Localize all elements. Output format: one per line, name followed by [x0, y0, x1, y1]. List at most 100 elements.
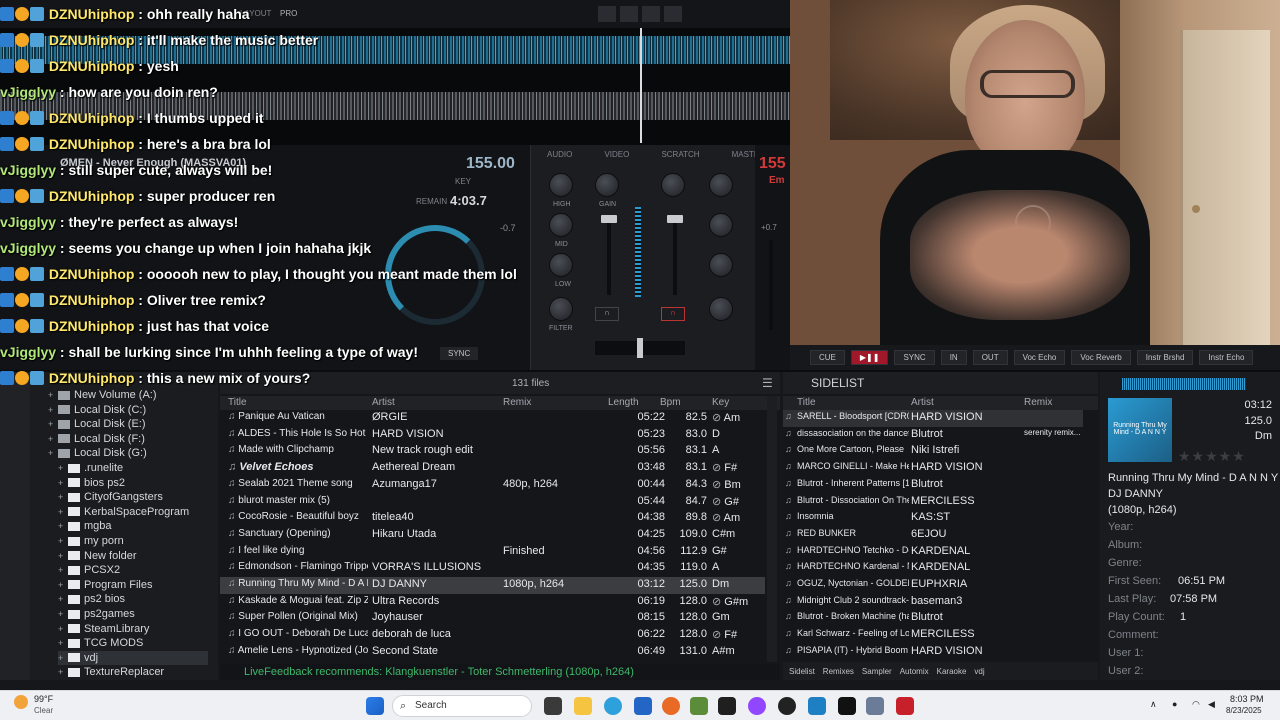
chat-username[interactable]: vJigglyy [0, 240, 56, 256]
side-col-artist[interactable]: Artist [911, 397, 934, 408]
folder-item[interactable]: + New Volume (A:) [48, 388, 208, 402]
livefeedback-recommend[interactable]: LiveFeedback recommends: Klangkuenstler … [220, 664, 780, 680]
eq-high-knob-right[interactable] [709, 173, 733, 197]
folder-item[interactable]: + Local Disk (G:) [48, 446, 208, 460]
deck-left-sync-button[interactable]: SYNC [440, 347, 479, 360]
folder-item[interactable]: + SteamLibrary [58, 622, 208, 636]
expand-icon[interactable]: + [48, 432, 58, 446]
folder-item[interactable]: + KerbalSpaceProgram [58, 505, 208, 519]
fx-instr-brshd[interactable]: Instr Brshd [1136, 350, 1194, 365]
expand-icon[interactable]: + [58, 490, 68, 504]
sidelist-row[interactable]: ♫ HARDTECHNO Tetchko - De... KARDENAL [783, 544, 1083, 561]
folder-item[interactable]: + TCG MODS [58, 636, 208, 650]
table-row[interactable]: ♫ Velvet Echoes Aethereal Dream 03:48 83.1 ⊘… [220, 460, 765, 477]
cue-button[interactable]: CUE [810, 350, 845, 365]
tab-scratch[interactable]: SCRATCH [661, 150, 699, 159]
folder-item[interactable]: + Program Files [58, 578, 208, 592]
taskbar-search[interactable]: ⌕ Search [392, 695, 532, 717]
table-row[interactable]: ♫ I GO OUT - Deborah De Luca (Re... debor… [220, 627, 765, 644]
chat-username[interactable]: vJigglyy [0, 84, 56, 100]
minecraft-icon[interactable] [690, 697, 708, 715]
volume-fader-left[interactable] [607, 215, 611, 295]
table-row[interactable]: ♫ Made with Clipchamp New track rough edi… [220, 443, 765, 460]
sidelist-row[interactable]: ♫ PISAPIA (IT) - Hybrid Boom [... HARD VIS… [783, 644, 1083, 661]
folder-item[interactable]: + Local Disk (E:) [48, 417, 208, 431]
sidelist-tab[interactable]: Remixes [823, 667, 854, 676]
expand-icon[interactable]: + [58, 578, 68, 592]
list-options-icon[interactable]: ☰ [762, 376, 773, 390]
table-row[interactable]: ♫ Sanctuary (Opening) Hikaru Utada 04:25 10… [220, 527, 765, 544]
table-row[interactable]: ♫ CocoRosie - Beautiful boyz titelea40 04:… [220, 510, 765, 527]
sidelist-row[interactable]: ♫ MARCO GINELLI - Make Her...HARD VISION [783, 460, 1083, 477]
chat-username[interactable]: DZNUhiphop [49, 370, 135, 386]
folder-item[interactable]: + my porn [58, 534, 208, 548]
loop-in-button[interactable]: IN [940, 350, 967, 365]
fx-voc-reverb[interactable]: Voc Reverb [1071, 350, 1131, 365]
table-row[interactable]: ♫ Amelie Lens - Hypnotized (Joyhaus... Se… [220, 644, 765, 661]
folder-item[interactable]: + bios ps2 [58, 476, 208, 490]
gain-knob-left[interactable] [595, 173, 619, 197]
sidelist-row[interactable]: ♫ Midnight Club 2 soundtrack-S...baseman3 [783, 594, 1083, 611]
chat-username[interactable]: DZNUhiphop [49, 188, 135, 204]
col-title[interactable]: Title [228, 397, 247, 408]
table-row[interactable]: ♫ Sealab 2021 Theme song Azumanga17 480p, … [220, 477, 765, 494]
expand-icon[interactable]: + [58, 563, 68, 577]
volume-fader-left-cap[interactable] [601, 215, 617, 223]
col-bpm[interactable]: Bpm [660, 397, 681, 408]
chat-username[interactable]: DZNUhiphop [49, 32, 135, 48]
filter-knob-left[interactable] [549, 297, 573, 321]
chat-username[interactable]: DZNUhiphop [49, 318, 135, 334]
table-row[interactable]: ♫ Running Thru My Mind - D A N N Y DJ DAN… [220, 577, 765, 594]
fx-voc-echo[interactable]: Voc Echo [1013, 350, 1066, 365]
eq-high-knob-left[interactable] [549, 173, 573, 197]
folder-item[interactable]: + PCSX2 [58, 563, 208, 577]
folder-item[interactable]: + mgba [58, 519, 208, 533]
sidelist-tab[interactable]: Sidelist [789, 667, 815, 676]
eq-low-knob-left[interactable] [549, 253, 573, 277]
weather-temp[interactable]: 99°F [34, 694, 53, 704]
wifi-icon[interactable]: ◠ [1192, 699, 1200, 710]
crossfader-cap[interactable] [637, 338, 643, 358]
volume-fader-right[interactable] [673, 215, 677, 295]
sync-button[interactable]: SYNC [894, 350, 935, 365]
fx-instr-echo[interactable]: Instr Echo [1199, 350, 1254, 365]
table-row[interactable]: ♫ Edmondson - Flamingo Tripper VORRA'S IL… [220, 560, 765, 577]
chat-username[interactable]: vJigglyy [0, 214, 56, 230]
virtualdj-icon[interactable] [896, 697, 914, 715]
app-icon-2[interactable] [866, 697, 884, 715]
headphone-cue-right-icon[interactable]: ∩ [661, 307, 685, 321]
chat-username[interactable]: DZNUhiphop [49, 266, 135, 282]
file-list-scrollbar[interactable] [767, 396, 777, 662]
clock-time[interactable]: 8:03 PM [1230, 694, 1264, 704]
expand-icon[interactable]: + [58, 665, 68, 679]
sidelist-row[interactable]: ♫ RED BUNKER 6EJOU [783, 527, 1083, 544]
folder-item[interactable]: + .runelite [58, 461, 208, 475]
side-col-remix[interactable]: Remix [1024, 397, 1052, 408]
expand-icon[interactable]: + [58, 651, 68, 665]
table-row[interactable]: ♫ I feel like dying Finished 04:56 112.9 G# [220, 544, 765, 561]
firefox-icon[interactable] [662, 697, 680, 715]
sidelist-tab[interactable]: vdj [974, 667, 984, 676]
folder-item[interactable]: + ps2 bios [58, 592, 208, 606]
side-col-title[interactable]: Title [797, 397, 816, 408]
pitch-slider-right[interactable] [769, 240, 773, 330]
tab-video[interactable]: VIDEO [604, 150, 629, 159]
sidelist-row[interactable]: ♫ OGUZ, Nyctonian - GOLDEN...EUPHXRIA [783, 577, 1083, 594]
expand-icon[interactable]: + [58, 461, 68, 475]
expand-icon[interactable]: + [58, 607, 68, 621]
expand-icon[interactable]: + [58, 505, 68, 519]
folder-item[interactable]: + New folder [58, 549, 208, 563]
chat-username[interactable]: DZNUhiphop [49, 292, 135, 308]
expand-icon[interactable]: + [58, 534, 68, 548]
col-length[interactable]: Length [608, 397, 639, 408]
expand-icon[interactable]: + [48, 446, 58, 460]
tab-audio[interactable]: AUDIO [547, 150, 572, 159]
mic-icon[interactable]: ● [1172, 699, 1177, 709]
eq-mid-knob-right[interactable] [709, 213, 733, 237]
eq-low-knob-right[interactable] [709, 253, 733, 277]
volume-icon[interactable]: ◀ [1208, 699, 1215, 710]
folder-item[interactable]: + Local Disk (F:) [48, 432, 208, 446]
sidelist-row[interactable]: ♫ SARELL - Bloodsport [CDR001]HARD VISION [783, 410, 1083, 427]
expand-icon[interactable]: + [48, 403, 58, 417]
store-icon[interactable] [634, 697, 652, 715]
